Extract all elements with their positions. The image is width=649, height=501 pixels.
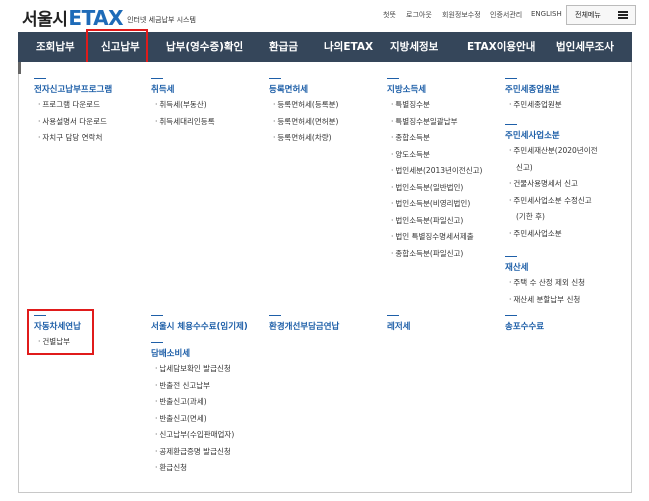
nav-local-tax-info[interactable]: 지방세정보	[390, 32, 438, 62]
top-bar: 서울시 ETAX 인터넷 세금납부 시스템 첫뜻 로그아웃 회원정보수정 인증서…	[0, 0, 649, 32]
nav-corporate-audit[interactable]: 법인세무조사	[556, 32, 614, 62]
menu-item-withholding[interactable]: 특별징수분	[387, 97, 482, 114]
category-title[interactable]: 환경개선부담금연납	[269, 320, 339, 332]
category-dash	[505, 256, 517, 257]
category-dash	[269, 78, 281, 79]
logo-seoul-text: 서울시	[22, 10, 68, 30]
category-title[interactable]: 레저세	[387, 320, 410, 332]
menu-item-acquisition-agent[interactable]: 취득세대리인등록	[151, 114, 214, 131]
category-title[interactable]: 담배소비세	[151, 347, 234, 359]
category-dash	[387, 78, 399, 79]
menu-item-license-part[interactable]: 등록면허세(면허분)	[269, 114, 338, 131]
menu-item-building-usage-report[interactable]: 건물사용명세서 신고	[505, 176, 598, 193]
menu-item-release-exempt[interactable]: 반출신고(면세)	[151, 411, 234, 428]
category-title[interactable]: 송포수수료	[505, 320, 544, 332]
category-acquisition-tax: 취득세 취득세(부동산) 취득세대리인등록	[151, 78, 215, 130]
menu-item-installment-payment[interactable]: 재산세 분할납부 신청	[505, 292, 585, 309]
menu-item-corporate-general[interactable]: 법인소득분(일반법인)	[387, 180, 482, 197]
nav-refund[interactable]: 환급금	[269, 32, 298, 62]
category-registration-license-tax: 등록면허세 등록면허세(등록분) 등록면허세(면허분) 등록면허세(차량)	[269, 78, 338, 147]
category-title[interactable]: 취득세	[151, 83, 215, 95]
category-dash	[387, 315, 399, 316]
nav-etax-guide[interactable]: ETAX이용안내	[467, 32, 535, 62]
menu-item-refund-request[interactable]: 환급신청	[151, 460, 234, 477]
category-resident-business-tax: 주민세사업소분 주민세재산분(2020년이전 신고) 건물사용명세서 신고 주민…	[505, 124, 598, 242]
category-dash	[151, 342, 163, 343]
menu-item-corporate-nonprofit[interactable]: 법인소득분(비영리법인)	[387, 196, 482, 213]
category-dash	[34, 78, 46, 79]
menu-item-registration-part[interactable]: 등록면허세(등록분)	[269, 97, 338, 114]
category-e-filing-program: 전자신고납부프로그램 프로그램 다운로드 사용설명서 다운로드 자치구 담당 연…	[34, 78, 112, 147]
category-title[interactable]: 주민세사업소분	[505, 129, 598, 141]
category-leisure-tax: 레저세	[387, 315, 410, 332]
util-link-edit-profile[interactable]: 회원정보수정	[442, 10, 481, 20]
menu-item-corporate-file[interactable]: 법인소득분(파일신고)	[387, 213, 482, 230]
menu-item-comprehensive-income[interactable]: 종합소득분	[387, 130, 482, 147]
menu-item-importer-report[interactable]: 신고납부(수입판매업자)	[151, 427, 234, 444]
all-menu-button[interactable]: 전체메뉴	[566, 5, 636, 25]
menu-item-corporate-pre-2013[interactable]: 법인세분(2013년이전신고)	[387, 163, 482, 180]
category-title[interactable]: 등록면허세	[269, 83, 338, 95]
panel-edge-marker	[18, 62, 21, 74]
category-dash	[269, 315, 281, 316]
util-link-logout[interactable]: 로그아웃	[406, 10, 432, 20]
category-dash	[151, 315, 163, 316]
category-dash	[505, 78, 517, 79]
menu-item-house-count-exclusion[interactable]: 주택 수 산정 제외 신청	[505, 275, 585, 292]
site-logo[interactable]: 서울시 ETAX 인터넷 세금납부 시스템	[22, 5, 196, 30]
menu-item-district-contacts[interactable]: 자치구 담당 연락처	[34, 130, 112, 147]
menu-item-vehicle-part[interactable]: 등록면허세(차량)	[269, 130, 338, 147]
menu-item-resident-property-pre-2020[interactable]: 주민세재산분(2020년이전	[505, 143, 597, 160]
logo-etax-text: ETAX	[68, 6, 124, 30]
menu-item-pre-release-report[interactable]: 반출전 신고납부	[151, 378, 234, 395]
category-dash	[505, 124, 517, 125]
menu-item-corporate-withholding-statement[interactable]: 법인 특별징수명세서제출	[387, 229, 482, 246]
menu-item-transfer-income[interactable]: 양도소득분	[387, 147, 482, 164]
menu-item-collateral-certificate[interactable]: 납세담보확인 발급신청	[151, 361, 234, 378]
menu-item-program-download[interactable]: 프로그램 다운로드	[34, 97, 112, 114]
logo-subtitle: 인터넷 세금납부 시스템	[127, 16, 196, 24]
menu-item-acquisition-real-estate[interactable]: 취득세(부동산)	[151, 97, 215, 114]
category-dash	[505, 315, 517, 316]
nav-my-etax[interactable]: 나의ETAX	[324, 32, 373, 62]
menu-item-business-amend-report-cont[interactable]: (기한 후)	[505, 209, 598, 226]
all-menu-label: 전체메뉴	[575, 11, 601, 19]
category-title[interactable]: 전자신고납부프로그램	[34, 83, 112, 95]
car-tax-highlight-box	[27, 309, 94, 355]
menu-item-resident-property-pre-2020-cont[interactable]: 신고)	[505, 160, 598, 177]
category-seoul-fee: 서울시 체용수수료(임기제)	[151, 315, 248, 332]
util-link-english[interactable]: ENGLISH	[531, 10, 562, 18]
nav-receipt-check[interactable]: 납부(영수증)확인	[166, 32, 243, 62]
category-resident-employee-tax: 주민세종업원분 주민세종업원분	[505, 78, 562, 114]
menu-item-comprehensive-file[interactable]: 종합소득분(파일신고)	[387, 246, 482, 263]
category-local-income-tax: 지방소득세 특별징수분 특별징수분일괄납부 종합소득분 양도소득분 법인세분(2…	[387, 78, 482, 262]
menu-item-resident-business[interactable]: 주민세사업소분	[505, 226, 598, 243]
util-link-certificate[interactable]: 인증서관리	[490, 10, 522, 20]
category-title[interactable]: 주민세종업원분	[505, 83, 562, 95]
menu-item-refund-certificate[interactable]: 공제환급증명 발급신청	[151, 444, 234, 461]
menu-item-business-amend-report[interactable]: 주민세사업소분 수정신고	[505, 193, 598, 210]
category-property-tax: 재산세 주택 수 산정 제외 신청 재산세 분할납부 신청	[505, 256, 585, 308]
nav-inquiry-payment[interactable]: 조회납부	[36, 32, 75, 62]
category-title[interactable]: 재산세	[505, 261, 585, 273]
category-tobacco-tax: 담배소비세 납세담보확인 발급신청 반출전 신고납부 반출신고(과세) 반출신고…	[151, 342, 234, 477]
nav-highlight-box	[86, 29, 148, 64]
menu-item-withholding-bulk[interactable]: 특별징수분일괄납부	[387, 114, 482, 131]
hamburger-icon	[618, 11, 628, 19]
category-environment-charge: 환경개선부담금연납	[269, 315, 339, 332]
util-link-home[interactable]: 첫뜻	[383, 10, 396, 20]
category-title[interactable]: 지방소득세	[387, 83, 482, 95]
category-dash	[151, 78, 163, 79]
menu-item-manual-download[interactable]: 사용설명서 다운로드	[34, 114, 112, 131]
category-transfer-fee: 송포수수료	[505, 315, 544, 332]
category-title[interactable]: 서울시 체용수수료(임기제)	[151, 320, 248, 332]
menu-item-resident-employee[interactable]: 주민세종업원분	[505, 97, 561, 114]
menu-item-release-taxable[interactable]: 반출신고(과세)	[151, 394, 234, 411]
